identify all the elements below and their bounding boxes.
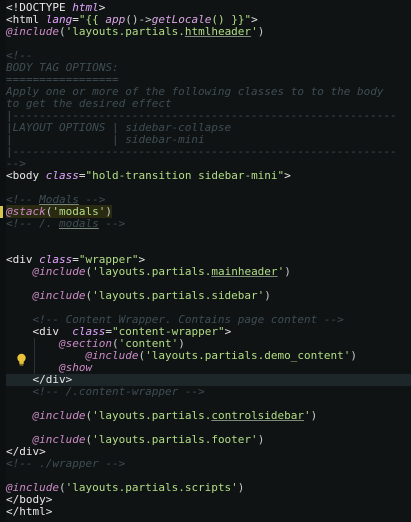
code-token: ) (350, 349, 358, 362)
code-token: > (45, 505, 53, 518)
code-line[interactable] (6, 230, 411, 242)
code-token: 'layouts.partials. (92, 409, 212, 422)
code-token: @include (32, 409, 86, 422)
code-token: > (224, 325, 232, 338)
code-token: </ (6, 505, 20, 518)
code-token: @include (32, 265, 86, 278)
code-token: 'layouts.partials.footer' (92, 433, 258, 446)
code-token: 'layouts.partials.demo_content' (145, 349, 351, 362)
code-line[interactable]: @include('layouts.partials.mainheader') (6, 266, 411, 278)
code-token: ) (284, 265, 291, 278)
code-token: = (78, 169, 86, 182)
code-line[interactable]: @include('layouts.partials.htmlheader') (6, 26, 411, 38)
code-line[interactable]: @include('layouts.partials.scripts') (6, 482, 411, 494)
code-line[interactable]: <!-- /.content-wrapper --> (6, 386, 411, 398)
code-line[interactable]: <!-- /. modals --> (6, 218, 411, 230)
code-token: class (45, 169, 79, 182)
code-line[interactable] (6, 38, 411, 50)
code-token: mainheader (211, 265, 278, 278)
code-token: |---------------------------------------… (6, 145, 397, 158)
code-token: @include (32, 289, 86, 302)
code-line[interactable]: </html> (6, 506, 411, 518)
code-token: 'layouts.partials.sidebar' (92, 289, 265, 302)
code-token: < (6, 169, 13, 182)
line-marker (0, 206, 3, 218)
code-token: --> (98, 217, 126, 230)
code-token: ' (304, 409, 311, 422)
code-editor[interactable]: <!DOCTYPE html> <html lang="{{ app()->get… (6, 0, 411, 522)
code-token: ) (257, 25, 265, 38)
code-token: 'layouts.partials.scripts' (65, 481, 238, 494)
code-token: ) (310, 409, 318, 422)
code-line[interactable]: @include('layouts.partials.sidebar') (6, 290, 411, 302)
code-token: ' (251, 25, 258, 38)
code-token: 'layouts.partials. (92, 265, 212, 278)
code-token: ) (264, 289, 271, 302)
code-token: <!-- /. (6, 217, 59, 230)
code-line[interactable]: <body class="hold-transition sidebar-min… (6, 170, 411, 182)
code-token: <!-- ./wrapper --> (6, 457, 126, 470)
code-token: modals (58, 217, 99, 230)
code-token: ) (257, 433, 265, 446)
code-token: 'layouts.partials. (65, 25, 185, 38)
code-token: <!-- /.content-wrapper --> (32, 385, 205, 398)
code-line[interactable]: @include('layouts.partials.footer') (6, 434, 411, 446)
code-token: ) (237, 481, 245, 494)
code-token: @include (85, 349, 139, 362)
code-line[interactable]: <!-- ./wrapper --> (6, 458, 411, 470)
code-line[interactable]: @include('layouts.partials.controlsideba… (6, 410, 411, 422)
code-token: htmlheader (184, 25, 252, 38)
code-token: "hold-transition sidebar-mini" (85, 169, 285, 182)
code-line[interactable]: |---------------------------------------… (6, 146, 411, 158)
code-token: controlsidebar (211, 409, 305, 422)
code-token: @include (6, 25, 59, 38)
code-token: html (19, 505, 46, 518)
indent-guide (34, 338, 36, 374)
code-token: ( (58, 25, 66, 38)
code-token: ( (58, 481, 66, 494)
code-line[interactable]: </body> (6, 494, 411, 506)
lightbulb-icon[interactable] (16, 353, 27, 367)
code-token: body (12, 169, 46, 182)
code-token: > (284, 169, 291, 182)
